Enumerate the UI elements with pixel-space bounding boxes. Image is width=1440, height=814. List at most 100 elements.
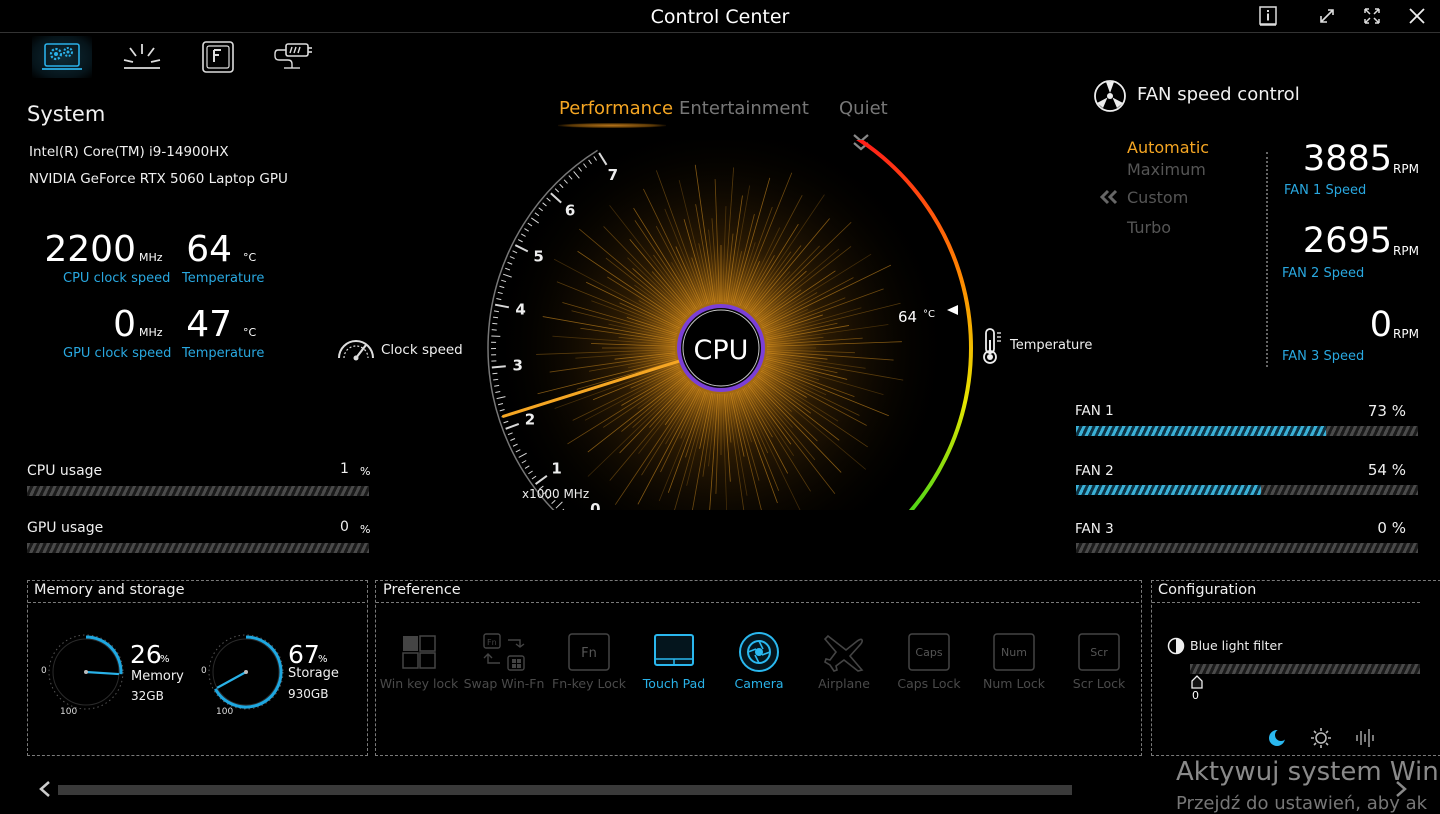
fan2-bar-fill xyxy=(1076,485,1261,495)
cpu-clock-unit: MHz xyxy=(139,251,163,264)
gpu-usage-value: 0 xyxy=(340,519,349,535)
pref-scr-lock[interactable]: Scr Scr Lock xyxy=(1057,632,1141,691)
tab-lighting[interactable] xyxy=(112,36,172,78)
blue-light-slider-track[interactable] xyxy=(1190,664,1420,674)
temp-pointer xyxy=(947,305,958,315)
fn-key-icon: Fn xyxy=(567,632,611,672)
minimize-icon xyxy=(1317,6,1337,26)
active-mode-indicator xyxy=(558,123,666,128)
temp-readout: 64 xyxy=(898,308,917,326)
moon-half-icon xyxy=(1167,637,1185,655)
gpu-usage-label: GPU usage xyxy=(27,520,103,536)
gauge-center-label: CPU xyxy=(694,335,749,366)
audio-wave-button[interactable] xyxy=(1354,727,1376,753)
mode-quiet[interactable]: Quiet xyxy=(839,98,888,119)
fan3-speed-label: FAN 3 Speed xyxy=(1282,349,1364,364)
clock-speed-label: Clock speed xyxy=(381,342,463,358)
gpu-clock-label: GPU clock speed xyxy=(63,346,171,361)
storage-pct: 67 xyxy=(288,640,320,669)
fan1-bar-label: FAN 1 xyxy=(1075,403,1114,419)
scroll-left-button[interactable] xyxy=(36,779,54,803)
fan-mode-maximum[interactable]: Maximum xyxy=(1127,160,1206,179)
storage-label: Storage xyxy=(288,666,339,681)
close-icon xyxy=(1407,6,1427,26)
fan-mode-collapse-button[interactable] xyxy=(1099,189,1119,209)
tab-power[interactable] xyxy=(264,36,324,78)
thermometer-icon-wrap xyxy=(980,326,1004,370)
gpu-name: NVIDIA GeForce RTX 5060 Laptop GPU xyxy=(29,171,288,187)
pref-fn-key-lock[interactable]: Fn Fn-key Lock xyxy=(547,632,631,691)
storage-size: 930GB xyxy=(288,687,328,701)
blue-light-label: Blue light filter xyxy=(1190,638,1282,653)
fan-icon-wrap xyxy=(1092,78,1128,118)
scale-tick xyxy=(492,323,497,324)
memory-pct-unit: % xyxy=(160,654,170,665)
pref-touch-pad[interactable]: Touch Pad xyxy=(632,632,716,691)
tab-function-keys[interactable] xyxy=(188,36,248,78)
fan-mode-automatic[interactable]: Automatic xyxy=(1127,138,1209,157)
brightness-button[interactable] xyxy=(1310,727,1332,753)
scroll-lock-icon: Scr xyxy=(1077,632,1121,672)
storage-dial-min: 0 xyxy=(201,666,207,676)
fan3-bar xyxy=(1076,543,1418,553)
scale-label: 1 xyxy=(551,460,561,478)
info-button[interactable] xyxy=(1254,3,1282,29)
blue-light-icon-wrap xyxy=(1167,637,1185,659)
mode-entertainment[interactable]: Entertainment xyxy=(679,98,809,119)
configuration-panel-divider xyxy=(1152,602,1420,603)
gpu-usage-unit: % xyxy=(360,523,370,536)
pref-airplane-label: Airplane xyxy=(802,676,886,691)
fan2-bar-pct: 54 % xyxy=(1330,461,1406,479)
cpu-usage-bar xyxy=(27,486,369,496)
scale-tick xyxy=(492,373,497,374)
gpu-temp-label: Temperature xyxy=(182,346,264,361)
pref-scr-lock-label: Scr Lock xyxy=(1057,676,1141,691)
preference-title: Preference xyxy=(381,582,463,598)
gpu-temp-unit: °C xyxy=(243,326,256,339)
storage-pct-unit: % xyxy=(318,654,328,665)
fan-mode-turbo[interactable]: Turbo xyxy=(1127,218,1171,237)
pref-touch-pad-label: Touch Pad xyxy=(632,676,716,691)
fan1-rpm: 3885 xyxy=(1290,139,1392,179)
pref-win-key-lock[interactable]: Win key lock xyxy=(377,632,461,691)
app-title: Control Center xyxy=(0,6,1440,28)
maximize-button[interactable] xyxy=(1358,3,1386,29)
horizontal-scrollbar[interactable] xyxy=(58,785,1072,795)
pref-camera[interactable]: Camera xyxy=(717,632,801,691)
num-lock-icon: Num xyxy=(992,632,1036,672)
close-button[interactable] xyxy=(1403,3,1431,29)
fan3-bar-pct: 0 % xyxy=(1330,519,1406,537)
fan3-bar-label: FAN 3 xyxy=(1075,521,1114,537)
airplane-icon xyxy=(822,630,866,674)
cpu-name: Intel(R) Core(TM) i9-14900HX xyxy=(29,144,229,160)
gpu-temp-value: 47 xyxy=(170,304,232,345)
memory-label: Memory xyxy=(131,669,184,684)
night-mode-button[interactable] xyxy=(1266,727,1288,753)
slider-thumb-icon xyxy=(1191,675,1203,689)
scale-label: 6 xyxy=(565,202,575,220)
minimize-button[interactable] xyxy=(1313,3,1341,29)
scale-tick xyxy=(493,379,498,380)
moon-icon xyxy=(1266,727,1288,749)
sound-wave-icon xyxy=(1354,727,1376,749)
fan1-rpm-unit: RPM xyxy=(1393,162,1419,176)
temperature-label: Temperature xyxy=(1010,338,1092,353)
scale-tick xyxy=(492,366,506,367)
tab-system[interactable] xyxy=(32,36,92,78)
fan2-rpm-unit: RPM xyxy=(1393,244,1419,258)
swap-icon: Fn xyxy=(482,632,526,672)
pref-caps-lock[interactable]: Caps Caps Lock xyxy=(887,632,971,691)
mode-performance[interactable]: Performance xyxy=(559,98,673,119)
pref-num-lock[interactable]: Num Num Lock xyxy=(972,632,1056,691)
pref-win-key-lock-label: Win key lock xyxy=(377,676,461,691)
cpu-usage-label: CPU usage xyxy=(27,463,102,479)
fan-mode-custom[interactable]: Custom xyxy=(1127,188,1188,207)
pref-airplane[interactable]: Airplane xyxy=(802,632,886,691)
activation-watermark-title: Aktywuj system Win xyxy=(1176,757,1439,787)
fan1-bar xyxy=(1076,426,1418,436)
pref-num-lock-label: Num Lock xyxy=(972,676,1056,691)
fan3-rpm-unit: RPM xyxy=(1393,327,1419,341)
scale-unit-label: x1000 MHz xyxy=(522,487,589,501)
power-plug-icon xyxy=(274,40,314,74)
pref-swap-win-fn[interactable]: Fn Swap Win-Fn xyxy=(462,632,546,691)
